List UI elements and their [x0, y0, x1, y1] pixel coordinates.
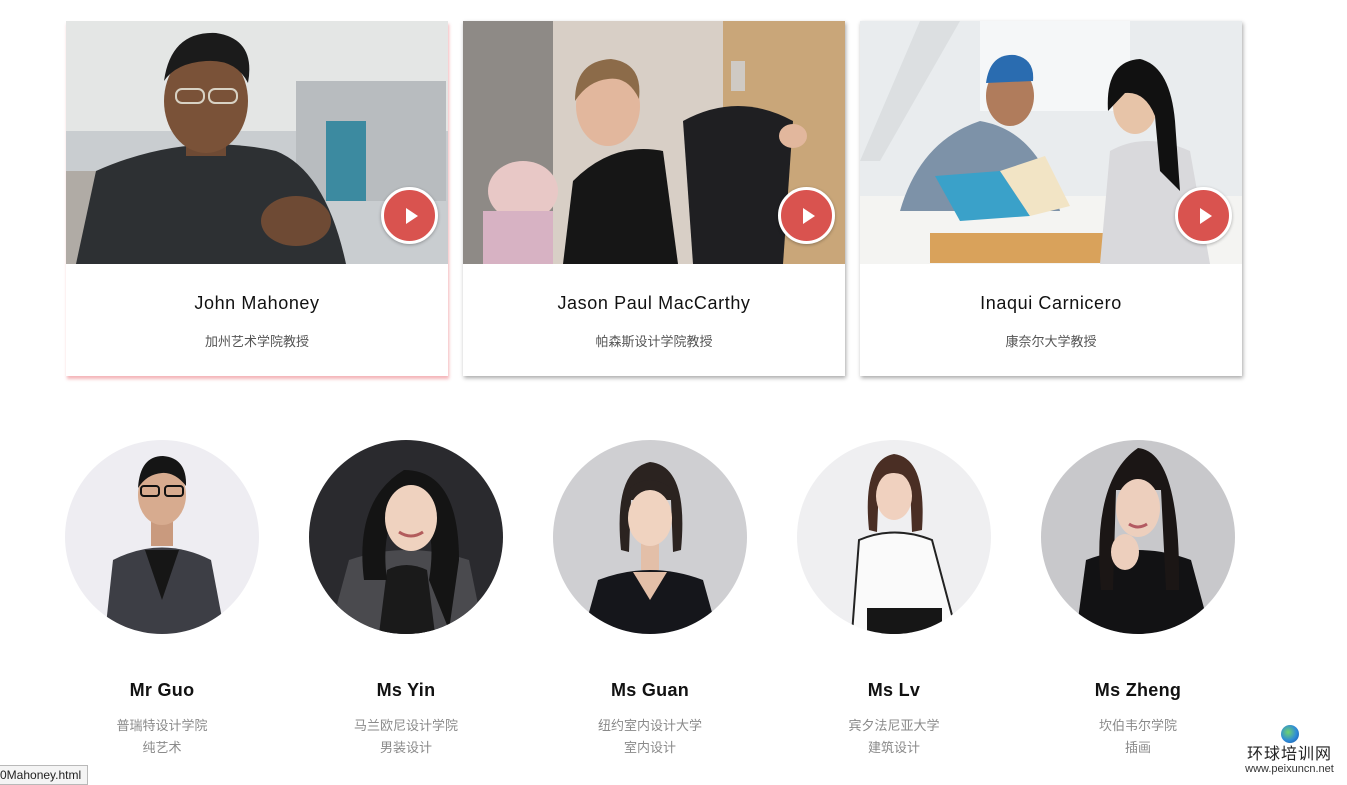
teacher-major: 室内设计: [623, 741, 676, 756]
teacher-card-lv[interactable]: Ms Lv 宾夕法尼亚大学 建筑设计: [797, 440, 991, 760]
featured-title: 加州艺术学院教授: [204, 335, 309, 350]
teacher-name: Ms Lv: [867, 680, 921, 700]
avatar: [1041, 440, 1235, 634]
watermark-url: www.peixuncn.net: [1245, 763, 1334, 775]
featured-name: John Mahoney: [194, 293, 320, 313]
play-icon[interactable]: [1175, 187, 1232, 244]
featured-card-carnicero[interactable]: Inaqui Carnicero 康奈尔大学教授: [860, 21, 1242, 376]
featured-photo: [463, 21, 845, 264]
watermark-cn: 环球培训网: [1246, 744, 1332, 763]
teacher-school: 宾夕法尼亚大学: [848, 719, 940, 734]
teacher-name: Ms Guan: [610, 680, 690, 700]
featured-name: Inaqui Carnicero: [980, 293, 1122, 313]
play-icon[interactable]: [778, 187, 835, 244]
featured-card-mahoney[interactable]: John Mahoney 加州艺术学院教授: [66, 21, 448, 376]
teacher-major: 建筑设计: [867, 741, 920, 756]
featured-card-maccarthy[interactable]: Jason Paul MacCarthy 帕森斯设计学院教授: [463, 21, 845, 376]
avatar: [553, 440, 747, 634]
teacher-major: 插画: [1124, 741, 1151, 756]
teacher-card-yin[interactable]: Ms Yin 马兰欧尼设计学院 男装设计: [309, 440, 503, 760]
teacher-school: 纽约室内设计大学: [597, 719, 702, 734]
avatar: [309, 440, 503, 634]
avatar: [797, 440, 991, 634]
play-icon[interactable]: [381, 187, 438, 244]
teacher-card-guan[interactable]: Ms Guan 纽约室内设计大学 室内设计: [553, 440, 747, 760]
featured-photo: [66, 21, 448, 264]
teacher-name: Mr Guo: [129, 680, 195, 700]
featured-title: 帕森斯设计学院教授: [595, 335, 713, 350]
status-bar-url: 0Mahoney.html: [0, 765, 89, 785]
site-watermark: 环球培训网 www.peixuncn.net: [1242, 725, 1337, 775]
teacher-school: 马兰欧尼设计学院: [353, 719, 458, 734]
teacher-name: Ms Yin: [376, 680, 436, 700]
teacher-major: 纯艺术: [142, 741, 182, 756]
teacher-card-zheng[interactable]: Ms Zheng 坎伯韦尔学院 插画: [1041, 440, 1235, 760]
teacher-card-guo[interactable]: Mr Guo 普瑞特设计学院 纯艺术: [65, 440, 259, 760]
teacher-school: 坎伯韦尔学院: [1098, 719, 1177, 734]
globe-icon: [1280, 725, 1299, 743]
teacher-major: 男装设计: [379, 741, 432, 756]
featured-title: 康奈尔大学教授: [1005, 335, 1097, 350]
teacher-name: Ms Zheng: [1094, 680, 1182, 700]
featured-name: Jason Paul MacCarthy: [557, 293, 751, 313]
featured-photo: [860, 21, 1242, 264]
teacher-school: 普瑞特设计学院: [116, 719, 208, 734]
avatar: [65, 440, 259, 634]
